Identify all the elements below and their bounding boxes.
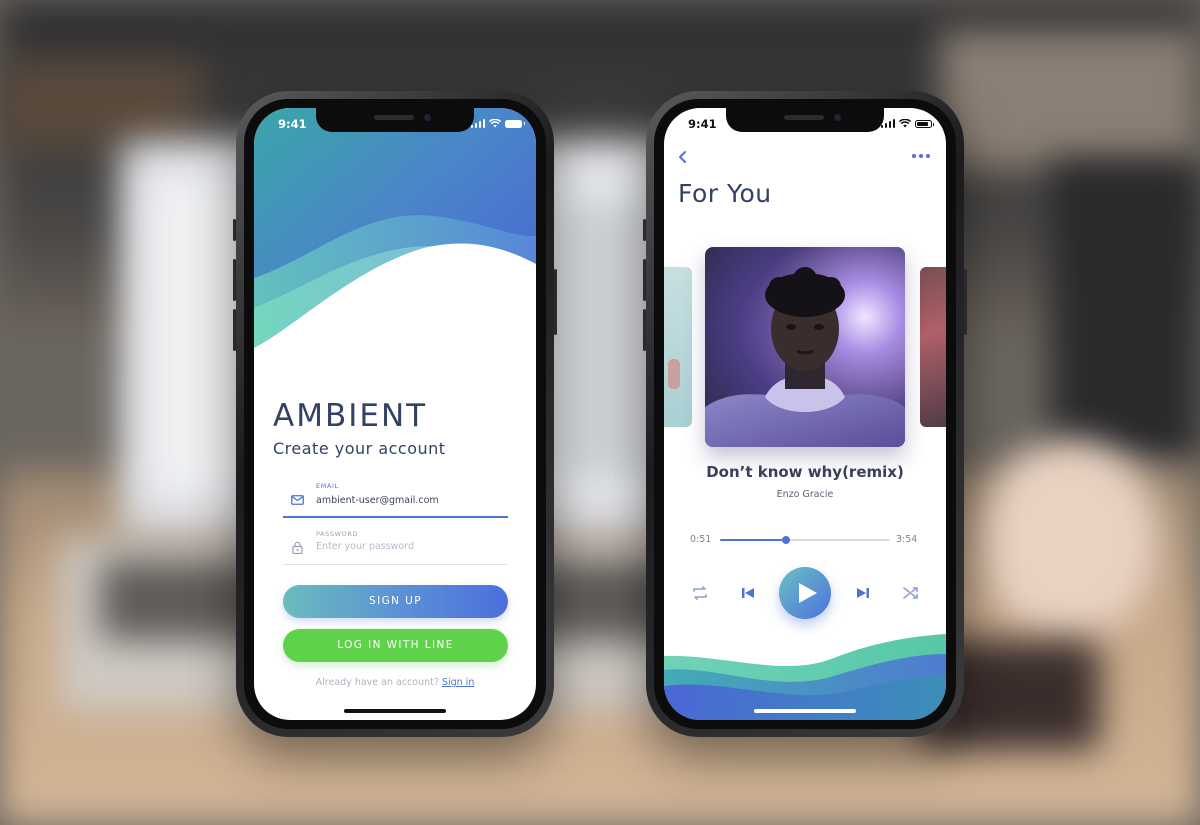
books-left [0,60,200,150]
volume-down-button [233,309,236,351]
volume-up-button [643,259,646,301]
status-time: 9:41 [278,117,307,131]
mute-switch [643,219,646,241]
signal-icon [880,119,895,128]
volume-up-button [233,259,236,301]
player-screen: 9:41 For You Don’t know why(remix) Enzo … [664,108,946,720]
books-right [940,30,1200,170]
power-button [964,269,967,335]
email-label: EMAIL [316,482,339,490]
battery-icon [915,120,934,128]
signin-prompt-text: Already have an account? [315,677,439,688]
more-options-button[interactable] [912,154,930,160]
power-button [554,269,557,335]
song-title: Don’t know why(remix) [706,463,904,481]
elapsed-time: 0:51 [690,534,712,545]
signal-icon [470,119,485,128]
wifi-icon [899,119,911,128]
mail-icon [291,495,304,505]
page-title: For You [678,179,772,208]
skip-next-icon[interactable] [853,583,873,603]
password-field[interactable]: PASSWORD [283,528,508,565]
play-button[interactable] [779,567,831,619]
progress-fill [720,539,787,541]
album-art [705,247,905,447]
hero-wave-graphic [254,108,536,358]
total-duration: 3:54 [896,534,918,545]
signup-subtitle: Create your account [273,439,446,458]
line-login-button[interactable]: LOG IN WITH LINE [283,629,508,662]
status-icons [470,118,525,128]
album-portrait-image [705,247,905,447]
home-indicator[interactable] [344,709,446,713]
wifi-icon [489,119,501,128]
next-album-card[interactable] [920,267,946,427]
volume-down-button [643,309,646,351]
progress-slider[interactable] [720,536,890,544]
email-value[interactable]: ambient-user@gmail.com [316,495,439,506]
password-input[interactable] [316,541,496,552]
phone-player: 9:41 For You Don’t know why(remix) Enzo … [643,91,967,737]
phone-notch [316,108,474,132]
previous-album-card[interactable] [664,267,692,427]
blurred-desk-background [0,0,1200,825]
phone-signup: 9:41 AMBIENT Create your account EMAIL a… [233,91,557,737]
app-name: AMBIENT [273,398,428,434]
home-indicator[interactable] [754,709,856,713]
status-time: 9:41 [688,117,717,131]
progress-knob[interactable] [782,536,791,544]
signin-prompt: Already have an account? Sign in [254,677,536,688]
lock-icon [292,541,303,554]
repeat-icon[interactable] [690,583,710,603]
bottom-wave-graphic [664,634,946,720]
play-icon [799,583,817,603]
back-chevron-icon[interactable] [676,150,690,164]
signup-screen: 9:41 AMBIENT Create your account EMAIL a… [254,108,536,720]
phone-notch [726,108,884,132]
status-icons [880,118,934,128]
headphones [980,440,1160,640]
mute-switch [233,219,236,241]
dark-wall [1050,160,1200,460]
battery-icon [505,120,525,128]
password-label: PASSWORD [316,530,359,538]
email-field[interactable]: EMAIL ambient-user@gmail.com [283,480,508,518]
shuffle-icon[interactable] [901,583,921,603]
sign-up-button[interactable]: SIGN UP [283,585,508,618]
sign-in-link[interactable]: Sign in [442,677,474,688]
skip-previous-icon[interactable] [738,583,758,603]
artist-name: Enzo Gracie [776,489,834,500]
